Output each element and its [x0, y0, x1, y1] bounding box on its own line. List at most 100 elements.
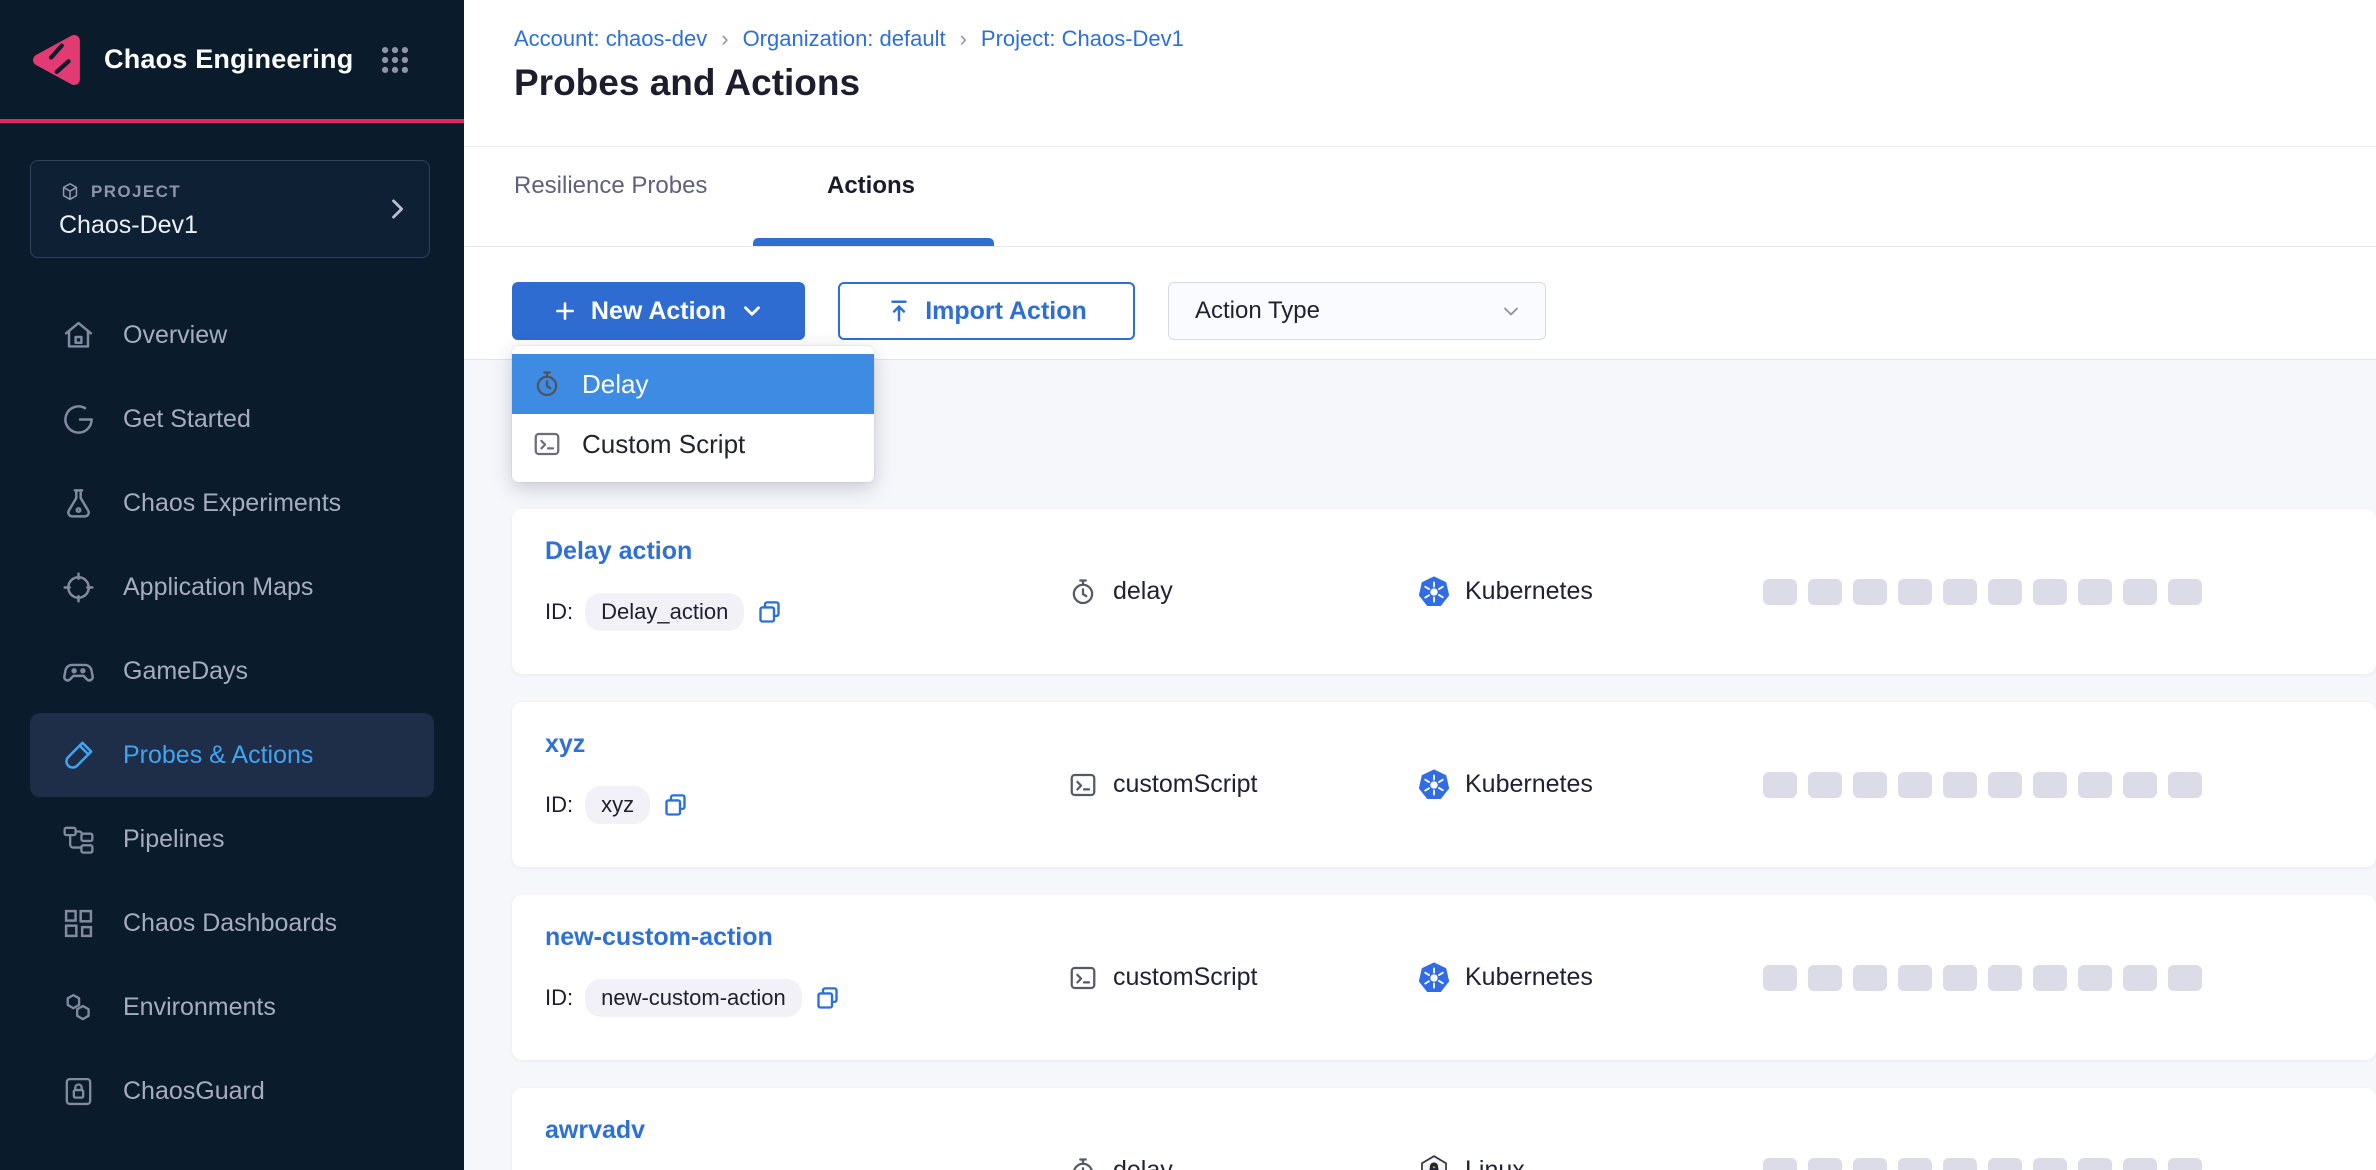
- execution-result-placeholder: [1988, 772, 2022, 798]
- breadcrumb-link[interactable]: Project: Chaos-Dev1: [981, 26, 1184, 52]
- execution-result-placeholder: [1943, 579, 1977, 605]
- action-id-line: ID:Delay_action: [545, 593, 783, 631]
- infrastructure-cell: Kubernetes: [1417, 702, 1593, 867]
- breadcrumb-link[interactable]: Organization: default: [743, 26, 946, 52]
- import-icon: [886, 298, 912, 324]
- action-name-link[interactable]: new-custom-action: [545, 923, 773, 951]
- copy-id-icon[interactable]: [662, 792, 689, 819]
- tab-actions[interactable]: Actions: [827, 172, 915, 200]
- execution-result-placeholder: [2078, 579, 2112, 605]
- table-row: new-custom-actionID:new-custom-actioncus…: [512, 895, 2376, 1060]
- action-name-link[interactable]: Delay action: [545, 537, 692, 565]
- infrastructure-value: Linux: [1465, 1156, 1525, 1170]
- execution-result-placeholder: [1988, 1158, 2022, 1170]
- sidebar-item-overview[interactable]: Overview: [30, 293, 434, 377]
- sidebar-item-gamedays[interactable]: GameDays: [30, 629, 434, 713]
- infrastructure-cell: Linux: [1417, 1088, 1525, 1170]
- project-label: PROJECT: [91, 182, 181, 202]
- terminal-icon: [1068, 770, 1098, 800]
- execution-result-placeholder: [2078, 1158, 2112, 1170]
- execution-result-placeholder: [2168, 772, 2202, 798]
- execution-result-placeholder: [2033, 965, 2067, 991]
- action-type-value: delay: [1113, 1156, 1173, 1170]
- sidebar-item-label: Overview: [123, 321, 227, 350]
- execution-result-placeholder: [1808, 965, 1842, 991]
- execution-result-placeholder: [1763, 579, 1797, 605]
- chevron-down-icon: [739, 298, 765, 324]
- action-type-value: customScript: [1113, 770, 1257, 799]
- app-grid-icon[interactable]: [378, 43, 412, 77]
- new-action-button[interactable]: New Action: [512, 282, 805, 340]
- execution-result-placeholder: [1988, 579, 2022, 605]
- breadcrumb-link[interactable]: Account: chaos-dev: [514, 26, 707, 52]
- id-label: ID:: [545, 792, 573, 818]
- sidebar-item-environments[interactable]: Environments: [30, 965, 434, 1049]
- infrastructure-value: Kubernetes: [1465, 577, 1593, 606]
- sidebar-item-chaos-experiments[interactable]: Chaos Experiments: [30, 461, 434, 545]
- sidebar-item-get-started[interactable]: Get Started: [30, 377, 434, 461]
- app-title: Chaos Engineering: [104, 0, 353, 119]
- execution-result-placeholder: [2033, 1158, 2067, 1170]
- breadcrumb-separator-icon: ›: [721, 26, 728, 52]
- sidebar-item-label: Chaos Dashboards: [123, 909, 337, 938]
- execution-result-placeholder: [1898, 1158, 1932, 1170]
- probe-icon: [61, 738, 96, 773]
- gamepad-icon: [61, 654, 96, 689]
- action-name-cell: Delay action: [545, 537, 692, 566]
- action-name-link[interactable]: awrvadv: [545, 1116, 645, 1144]
- sidebar-item-label: ChaosGuard: [123, 1077, 265, 1106]
- tabs-divider: [464, 246, 2376, 247]
- dropdown-item-custom-script[interactable]: Custom Script: [512, 414, 874, 474]
- new-action-dropdown: DelayCustom Script: [512, 346, 874, 482]
- chaos-engineering-logo-icon: [28, 30, 88, 90]
- import-action-button[interactable]: Import Action: [838, 282, 1135, 340]
- copy-id-icon[interactable]: [814, 985, 841, 1012]
- sidebar-item-application-maps[interactable]: Application Maps: [30, 545, 434, 629]
- kubernetes-icon: [1417, 961, 1451, 995]
- breadcrumb-separator-icon: ›: [960, 26, 967, 52]
- id-label: ID:: [545, 599, 573, 625]
- infrastructure-value: Kubernetes: [1465, 770, 1593, 799]
- project-selector[interactable]: PROJECT Chaos-Dev1: [30, 160, 430, 258]
- sidebar-item-probes-actions[interactable]: Probes & Actions: [30, 713, 434, 797]
- execution-result-placeholder: [2123, 772, 2157, 798]
- infrastructure-cell: Kubernetes: [1417, 509, 1593, 674]
- execution-result-placeholder: [2078, 965, 2112, 991]
- recent-execution-results: [1763, 1088, 2202, 1170]
- execution-result-placeholder: [2078, 772, 2112, 798]
- cube-icon: [59, 181, 81, 203]
- hexagons-icon: [61, 990, 96, 1025]
- sidebar-item-label: Pipelines: [123, 825, 224, 854]
- execution-result-placeholder: [2033, 579, 2067, 605]
- kubernetes-icon: [1417, 768, 1451, 802]
- action-type-filter[interactable]: Action Type: [1168, 282, 1546, 340]
- header-divider: [464, 146, 2376, 147]
- action-type-value: delay: [1113, 577, 1173, 606]
- action-type-cell: delay: [1068, 509, 1173, 674]
- table-row: xyzID:xyzcustomScriptKubernetes: [512, 702, 2376, 867]
- execution-result-placeholder: [1853, 965, 1887, 991]
- execution-result-placeholder: [2168, 579, 2202, 605]
- dropdown-item-delay[interactable]: Delay: [512, 354, 874, 414]
- recent-execution-results: [1763, 509, 2202, 674]
- sidebar-item-pipelines[interactable]: Pipelines: [30, 797, 434, 881]
- sidebar-item-chaos-dashboards[interactable]: Chaos Dashboards: [30, 881, 434, 965]
- tab-resilience-probes[interactable]: Resilience Probes: [514, 172, 707, 200]
- plus-icon: [552, 298, 578, 324]
- linux-icon: [1417, 1154, 1451, 1170]
- copy-id-icon[interactable]: [756, 599, 783, 626]
- recent-execution-results: [1763, 895, 2202, 1060]
- sidebar-item-label: Get Started: [123, 405, 251, 434]
- sidebar-header: Chaos Engineering: [0, 0, 464, 119]
- execution-result-placeholder: [1763, 772, 1797, 798]
- main-content: Account: chaos-dev › Organization: default…: [464, 0, 2376, 1170]
- recent-execution-results: [1763, 702, 2202, 867]
- lock-icon: [61, 1074, 96, 1109]
- id-label: ID:: [545, 985, 573, 1011]
- sidebar: Chaos Engineering PROJECT Chaos-Dev1 Ove…: [0, 0, 464, 1170]
- execution-result-placeholder: [2123, 965, 2157, 991]
- execution-result-placeholder: [1808, 579, 1842, 605]
- action-name-link[interactable]: xyz: [545, 730, 585, 758]
- breadcrumb: Account: chaos-dev › Organization: default…: [514, 26, 1184, 52]
- sidebar-item-chaosguard[interactable]: ChaosGuard: [30, 1049, 434, 1133]
